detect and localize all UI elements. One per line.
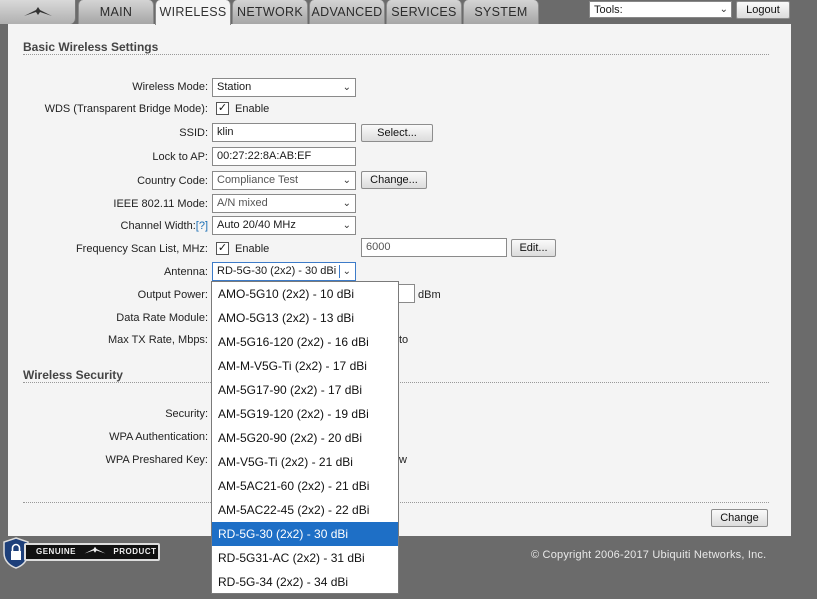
output-power-unit: dBm: [418, 289, 441, 301]
wds-enable-checkbox[interactable]: ✓: [216, 102, 229, 115]
frequency-scan-enable-checkbox[interactable]: ✓: [216, 242, 229, 255]
antenna-option[interactable]: AMO-5G10 (2x2) - 10 dBi: [212, 282, 398, 306]
tab-wireless[interactable]: WIRELESS: [155, 0, 231, 25]
antenna-option[interactable]: AM-V5G-Ti (2x2) - 21 dBi: [212, 450, 398, 474]
wpa-authentication-label: WPA Authentication:: [109, 431, 208, 443]
country-change-button[interactable]: Change...: [361, 171, 427, 189]
product-text: PRODUCT: [113, 547, 157, 556]
tab-network[interactable]: NETWORK: [232, 0, 308, 24]
max-tx-rate-suffix: to: [399, 334, 409, 346]
frequency-scan-value: 6000: [366, 241, 391, 253]
channel-width-label: Channel Width:[?]: [121, 220, 208, 232]
lock-to-ap-input[interactable]: 00:27:22:8A:AB:EF: [212, 147, 356, 166]
channel-width-select[interactable]: Auto 20/40 MHz ⌄: [212, 216, 356, 235]
channel-width-value: Auto 20/40 MHz: [217, 219, 296, 231]
antenna-label: Antenna:: [163, 266, 208, 278]
ieee-mode-label: IEEE 802.11 Mode:: [113, 198, 208, 210]
antenna-option[interactable]: RD-5G31-AC (2x2) - 31 dBi: [212, 546, 398, 570]
basic-wireless-settings-title: Basic Wireless Settings: [23, 40, 159, 54]
antenna-value: RD-5G-30 (2x2) - 30 dBi: [217, 265, 337, 277]
data-rate-module-label: Data Rate Module:: [116, 312, 208, 324]
antenna-option[interactable]: RD-5G-34 (2x2) - 34 dBi: [212, 570, 398, 594]
tab-main[interactable]: MAIN: [78, 0, 154, 24]
country-code-select[interactable]: Compliance Test ⌄: [212, 171, 356, 190]
genuine-text: GENUINE: [36, 547, 76, 556]
channel-width-label-text: Channel Width:: [120, 220, 196, 232]
ubiquiti-logo-icon: [84, 546, 106, 554]
logout-button[interactable]: Logout: [736, 1, 790, 19]
antenna-option[interactable]: AM-5G17-90 (2x2) - 17 dBi: [212, 378, 398, 402]
country-code-value: Compliance Test: [217, 174, 299, 186]
ubiquiti-logo-tab[interactable]: [0, 0, 76, 24]
chevron-down-icon: ⌄: [342, 175, 351, 186]
frequency-edit-button[interactable]: Edit...: [511, 239, 556, 257]
max-tx-rate-label: Max TX Rate, Mbps:: [107, 334, 208, 346]
antenna-dropdown-list[interactable]: AMO-5G10 (2x2) - 10 dBi AMO-5G13 (2x2) -…: [211, 281, 399, 594]
ieee-mode-value: A/N mixed: [217, 197, 268, 209]
antenna-option[interactable]: AM-5G19-120 (2x2) - 19 dBi: [212, 402, 398, 426]
wds-enable-label: Enable: [235, 103, 270, 115]
antenna-option[interactable]: AM-5G20-90 (2x2) - 20 dBi: [212, 426, 398, 450]
wpa-preshared-key-label: WPA Preshared Key:: [105, 454, 208, 466]
chevron-down-icon: ⌄: [719, 4, 728, 15]
change-button[interactable]: Change: [711, 509, 768, 527]
tab-advanced[interactable]: ADVANCED: [309, 0, 385, 24]
chevron-down-icon: ⌄: [342, 220, 351, 231]
channel-width-help-link[interactable]: [?]: [196, 220, 208, 232]
tools-select-value: Tools:: [594, 4, 623, 16]
copyright-text: © Copyright 2006-2017 Ubiquiti Networks,…: [531, 549, 767, 561]
wireless-mode-label: Wireless Mode:: [132, 81, 208, 93]
chevron-down-icon: ⌄: [342, 198, 351, 209]
antenna-option[interactable]: AM-5AC22-45 (2x2) - 22 dBi: [212, 498, 398, 522]
lock-to-ap-label: Lock to AP:: [152, 151, 208, 163]
genuine-product-badge: GENUINE PRODUCT: [2, 537, 160, 569]
chevron-down-icon: ⌄: [338, 265, 351, 278]
frequency-scan-enable-label: Enable: [235, 243, 270, 255]
ssid-input[interactable]: klin: [212, 123, 356, 142]
show-key-partial-label: w: [399, 454, 407, 466]
wireless-mode-select[interactable]: Station ⌄: [212, 78, 356, 97]
tab-system[interactable]: SYSTEM: [463, 0, 539, 24]
wireless-mode-value: Station: [217, 81, 252, 93]
section-divider: [23, 54, 769, 55]
antenna-option[interactable]: AM-5AC21-60 (2x2) - 21 dBi: [212, 474, 398, 498]
wireless-security-title: Wireless Security: [23, 368, 123, 382]
lock-to-ap-value: 00:27:22:8A:AB:EF: [217, 150, 312, 162]
antenna-select[interactable]: RD-5G-30 (2x2) - 30 dBi ⌄: [212, 262, 356, 281]
top-navigation: MAIN WIRELESS NETWORK ADVANCED SERVICES …: [0, 0, 817, 25]
security-label: Security:: [165, 408, 208, 420]
ssid-value: klin: [217, 126, 234, 138]
genuine-product-label: GENUINE PRODUCT: [24, 543, 160, 561]
wds-label: WDS (Transparent Bridge Mode):: [44, 103, 208, 115]
tab-services[interactable]: SERVICES: [386, 0, 462, 24]
antenna-option[interactable]: AM-5G16-120 (2x2) - 16 dBi: [212, 330, 398, 354]
ubiquiti-logo-icon: [24, 7, 52, 16]
ieee-mode-select[interactable]: A/N mixed ⌄: [212, 194, 356, 213]
frequency-scan-label: Frequency Scan List, MHz:: [75, 243, 208, 255]
antenna-option[interactable]: AM-M-V5G-Ti (2x2) - 17 dBi: [212, 354, 398, 378]
output-power-label: Output Power:: [137, 289, 208, 301]
chevron-down-icon: ⌄: [342, 82, 351, 93]
tools-select[interactable]: Tools: ⌄: [589, 1, 732, 18]
settings-panel: Basic Wireless Settings Wireless Mode: S…: [8, 24, 791, 536]
frequency-scan-input[interactable]: 6000: [361, 238, 507, 257]
antenna-option[interactable]: AMO-5G13 (2x2) - 13 dBi: [212, 306, 398, 330]
ssid-select-button[interactable]: Select...: [361, 124, 433, 142]
country-code-label: Country Code:: [137, 175, 208, 187]
ssid-label: SSID:: [179, 127, 208, 139]
antenna-option-selected[interactable]: RD-5G-30 (2x2) - 30 dBi: [212, 522, 398, 546]
